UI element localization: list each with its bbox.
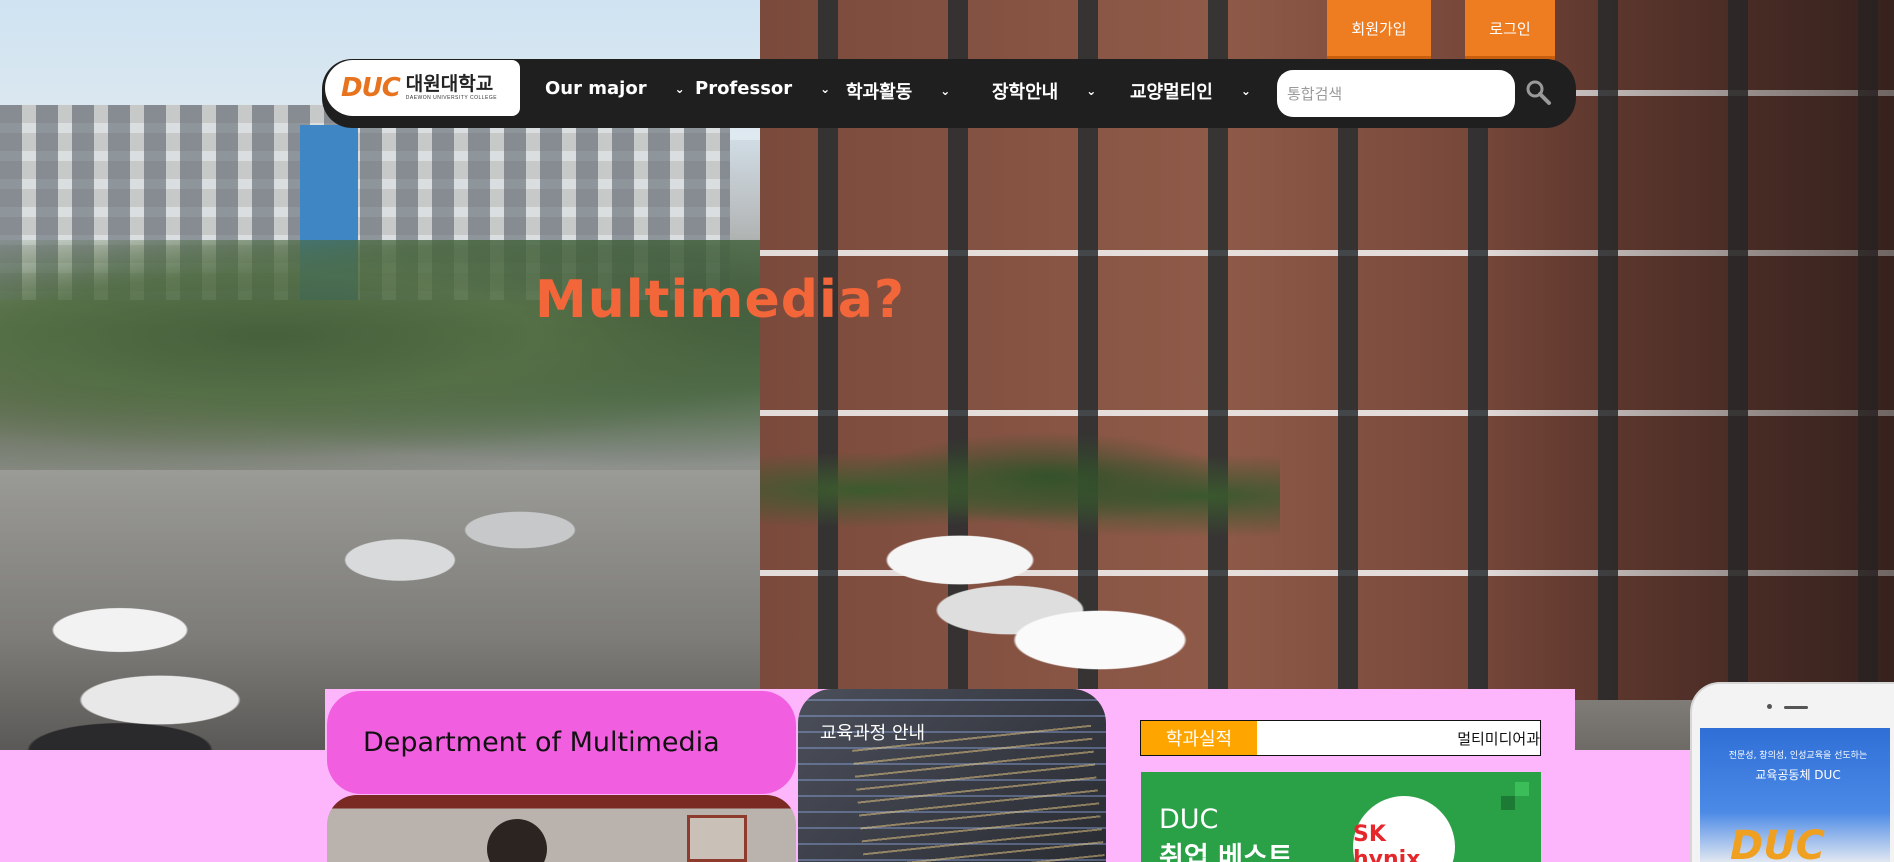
chevron-down-icon: ⌄ (820, 81, 831, 96)
banner-decor-square (1501, 796, 1515, 810)
nav-item-our-major[interactable]: Our major ⌄ (545, 78, 685, 99)
nav-item-label: Our major (545, 78, 647, 99)
phone-screen-line1: 전문성, 창의성, 인성교육을 선도하는 (1728, 751, 1868, 761)
banner-line2: 취업 베스트 (1159, 842, 1293, 862)
phone-screen: 전문성, 창의성, 인성교육을 선도하는 교육공동체 DUC DUC (1700, 728, 1890, 862)
phone-screen-line2: 교육공동체 DUC (1755, 768, 1841, 782)
sk-hynix-logo: SK hynix (1353, 796, 1455, 862)
hero-title: Multimedia? (535, 270, 906, 330)
photo-person (487, 819, 547, 862)
department-title-card[interactable]: Department of Multimedia (327, 691, 796, 794)
phone-camera (1767, 704, 1772, 709)
nav-item-label: Professor (695, 78, 793, 99)
phone-screen-logo: DUC (1730, 823, 1826, 862)
banner-line1: DUC (1159, 804, 1219, 835)
signup-button[interactable]: 회원가입 (1327, 0, 1431, 62)
chevron-down-icon: ⌄ (1240, 84, 1251, 98)
news-ticker-text[interactable]: 멀티미디어과 (1257, 721, 1540, 755)
site-logo[interactable]: DUC 대원대학교 DAEWON UNIVERSITY COLLEGE (325, 60, 520, 116)
nav-item-label: 장학안내 (992, 82, 1059, 103)
curriculum-card[interactable]: 교육과정 안내 (798, 689, 1106, 862)
mobile-phone-promo[interactable]: 전문성, 창의성, 인성교육을 선도하는 교육공동체 DUC DUC (1690, 682, 1894, 862)
chevron-down-icon: ⌄ (1086, 84, 1097, 98)
nav-item-department-activities[interactable]: 학과활동 ⌄ (846, 78, 950, 104)
employment-banner[interactable]: DUC 취업 베스트 SK hynix (1141, 772, 1541, 862)
news-ticker[interactable]: 학과실적 멀티미디어과 (1140, 720, 1541, 756)
nav-item-scholarship[interactable]: 장학안내 ⌄ (992, 78, 1096, 104)
nav-item-liberal-arts[interactable]: 교양멀티인 ⌄ (1130, 78, 1251, 104)
department-photo[interactable] (327, 795, 796, 862)
search-icon[interactable] (1524, 78, 1552, 106)
chevron-down-icon: ⌄ (674, 81, 685, 96)
logo-name-kr: 대원대학교 (405, 73, 494, 95)
phone-speaker (1784, 706, 1808, 709)
search-input[interactable] (1277, 70, 1515, 117)
nav-item-label: 교양멀티인 (1130, 82, 1213, 103)
nav-item-professor[interactable]: Professor ⌄ (695, 78, 830, 99)
banner-decor-square (1515, 782, 1529, 796)
department-title: Department of Multimedia (363, 727, 720, 758)
chevron-down-icon: ⌄ (940, 84, 951, 98)
logo-text: 대원대학교 DAEWON UNIVERSITY COLLEGE (406, 75, 497, 101)
sk-hynix-text: SK hynix (1353, 822, 1421, 862)
news-tag: 학과실적 (1141, 721, 1257, 755)
curriculum-label: 교육과정 안내 (820, 723, 926, 744)
logo-mark: DUC (341, 73, 401, 103)
photo-window (687, 815, 747, 862)
logo-name-en: DAEWON UNIVERSITY COLLEGE (405, 95, 498, 101)
nav-item-label: 학과활동 (846, 82, 913, 103)
login-button[interactable]: 로그인 (1465, 0, 1555, 62)
